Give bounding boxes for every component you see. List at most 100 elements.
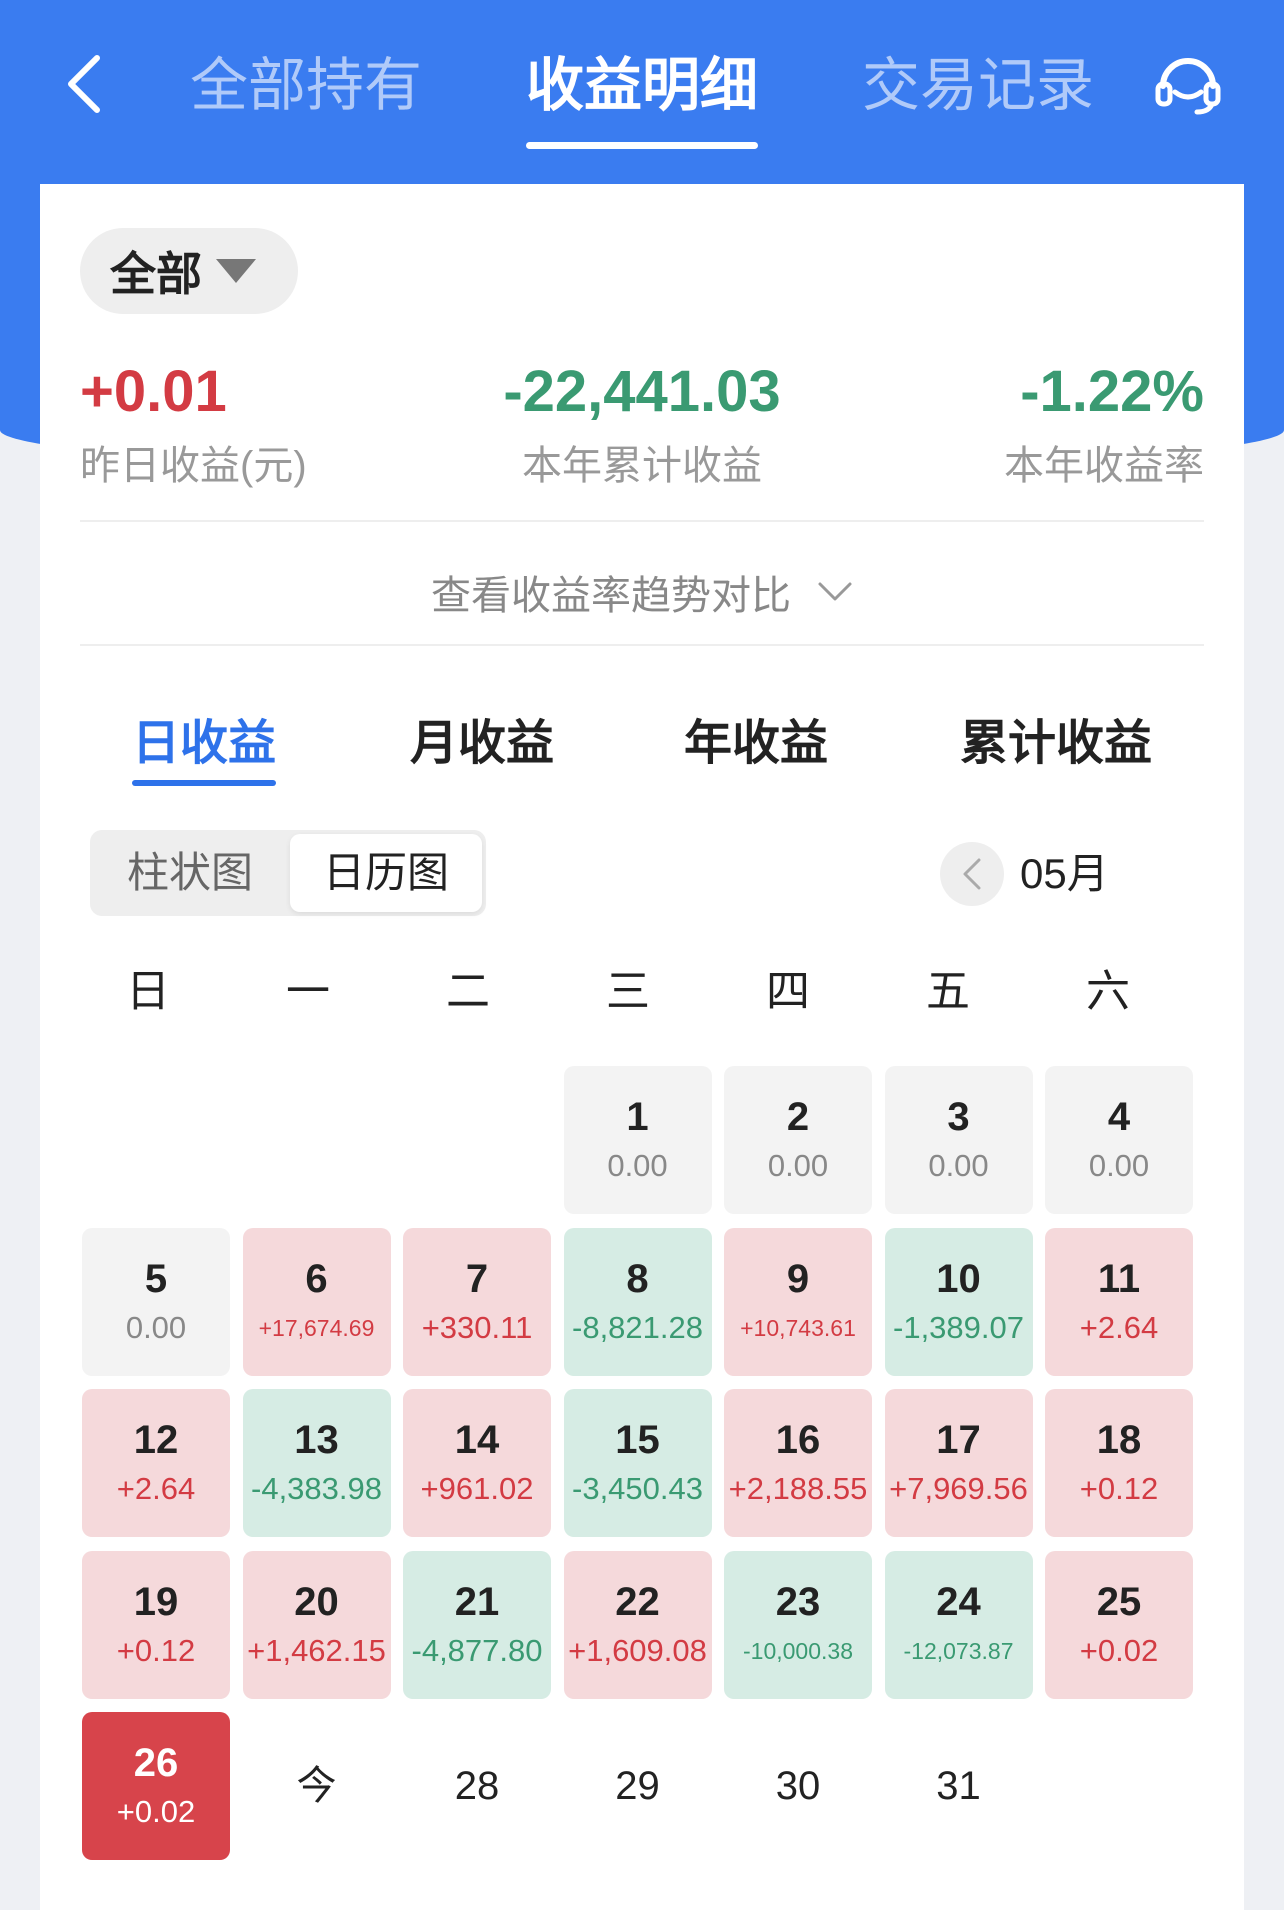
weekday-label: 六	[1086, 967, 1130, 1016]
calendar-day-cell[interactable]: 4 0.00	[1045, 1066, 1193, 1214]
day-profit-amount: 0.00	[928, 1148, 989, 1183]
calendar-day-cell[interactable]: 8 -8,821.28	[563, 1227, 712, 1376]
tab-daily-profit[interactable]: 日收益	[132, 704, 276, 784]
day-number: 9	[786, 1256, 810, 1301]
day-profit-amount: -4,877.80	[411, 1632, 543, 1668]
weekday-label: 五	[926, 967, 970, 1016]
calendar-day-cell[interactable]: 17 +7,969.56	[884, 1389, 1033, 1537]
calendar-day-cell[interactable]: 31	[885, 1712, 1033, 1860]
tab-transaction-records[interactable]: 交易记录	[862, 46, 1094, 126]
calendar-day-cell[interactable]: 16 +2,188.55	[724, 1389, 872, 1537]
customer-service-button[interactable]	[1148, 44, 1228, 124]
active-tab-indicator	[526, 142, 758, 149]
day-profit-amount: +1,462.15	[247, 1632, 386, 1668]
current-month: 05月	[1020, 850, 1109, 897]
chevron-left-icon	[963, 858, 981, 890]
calendar-day-cell[interactable]: 7 +330.11	[403, 1227, 551, 1376]
calendar-view-option[interactable]: 日历图	[290, 834, 482, 912]
calendar-day-cell[interactable]: 11 +2.64	[1045, 1227, 1193, 1376]
day-number: 29	[615, 1764, 660, 1808]
calendar-day-cell[interactable]: 12 +2.64	[82, 1389, 230, 1537]
chart-view-toggle: 柱状图 日历图	[90, 830, 486, 916]
trend-compare-toggle[interactable]: 查看收益率趋势对比	[40, 552, 1244, 632]
day-profit-amount: 0.00	[767, 1148, 829, 1183]
calendar-day-cell[interactable]: 2 0.00	[724, 1066, 872, 1214]
calendar-day-cell[interactable]: 10 -1,389.07	[884, 1227, 1033, 1376]
day-profit-amount: 0.00	[125, 1309, 187, 1345]
divider	[80, 644, 1204, 646]
day-number: 17	[936, 1418, 981, 1462]
calendar-day-cell[interactable]: 30	[724, 1712, 872, 1860]
day-number: 28	[454, 1764, 500, 1808]
day-profit-amount: +7,969.56	[889, 1471, 1028, 1506]
calendar-day-cell[interactable]: 5 0.00	[82, 1227, 230, 1376]
calendar-day-cell[interactable]: 28	[403, 1712, 551, 1860]
day-number: 22	[615, 1579, 660, 1624]
calendar-day-cell[interactable]: 29	[564, 1712, 712, 1860]
calendar-day-cell[interactable]: 14 +961.02	[403, 1389, 551, 1537]
weekday-label: 二	[446, 967, 490, 1016]
calendar-day-cell[interactable]: 19 +0.12	[82, 1550, 230, 1699]
trend-compare-label: 查看收益率趋势对比	[431, 574, 791, 618]
day-number: 12	[133, 1418, 179, 1462]
calendar-day-cell[interactable]: 1 0.00	[563, 1066, 712, 1214]
day-number: 19	[133, 1579, 179, 1624]
day-number: 23	[775, 1579, 821, 1624]
back-button[interactable]	[48, 44, 118, 124]
calendar-day-cell[interactable]: 6 +17,674.69	[242, 1227, 391, 1376]
day-profit-amount: -1,389.07	[893, 1309, 1024, 1345]
calendar-day-cell[interactable]: 15 -3,450.43	[563, 1389, 712, 1537]
stat-year-return-rate: -1.22% 本年收益率	[1004, 352, 1204, 496]
calendar-day-cell[interactable]: 今	[243, 1712, 391, 1860]
day-number: 2	[786, 1095, 810, 1139]
bar-chart-view-option[interactable]: 柱状图	[94, 834, 286, 912]
day-number: 13	[294, 1418, 339, 1462]
day-number: 14	[454, 1418, 500, 1462]
day-number: 21	[454, 1579, 500, 1624]
day-number: 5	[144, 1256, 168, 1301]
calendar-day-cell[interactable]: 18 +0.12	[1045, 1389, 1193, 1537]
divider	[80, 520, 1204, 522]
weekday-label: 四	[766, 967, 810, 1016]
prev-month-button[interactable]	[940, 842, 1004, 906]
day-profit-amount: 0.00	[607, 1148, 668, 1183]
day-profit-amount: +1,609.08	[568, 1632, 707, 1668]
calendar-day-cell[interactable]: 21 -4,877.80	[403, 1550, 551, 1699]
calendar-day-cell[interactable]: 20 +1,462.15	[242, 1550, 391, 1699]
headset-icon	[1155, 58, 1221, 115]
tab-yearly-profit[interactable]: 年收益	[684, 704, 828, 784]
filter-label: 全部	[110, 248, 202, 300]
day-number: 11	[1097, 1256, 1141, 1301]
tab-profit-details[interactable]: 收益明细	[526, 46, 758, 126]
calendar-day-cell[interactable]: 24 -12,073.87	[884, 1550, 1033, 1699]
day-number: 18	[1096, 1418, 1142, 1462]
calendar-day-cell[interactable]: 25 +0.02	[1045, 1550, 1193, 1699]
day-number: 16	[775, 1418, 821, 1462]
calendar-day-cell[interactable]: 9 +10,743.61	[724, 1227, 872, 1376]
top-nav-bar: 全部持有 收益明细 交易记录	[0, 0, 1284, 180]
day-profit-amount: +330.11	[421, 1309, 533, 1345]
day-profit-amount: +2.64	[116, 1471, 196, 1506]
calendar-day-cell[interactable]: 23 -10,000.38	[724, 1550, 872, 1699]
day-profit-amount: +0.12	[116, 1632, 196, 1668]
calendar-day-cell[interactable]: 26 +0.02	[82, 1712, 230, 1860]
day-profit-amount: +0.12	[1079, 1471, 1159, 1506]
day-number: 20	[294, 1579, 339, 1624]
calendar-day-cell[interactable]: 3 0.00	[884, 1066, 1033, 1214]
day-number: 8	[626, 1256, 649, 1301]
tab-cumulative-profit[interactable]: 累计收益	[960, 704, 1152, 784]
calendar-day-cell[interactable]: 13 -4,383.98	[242, 1389, 391, 1537]
calendar-day-cell[interactable]: 22 +1,609.08	[563, 1550, 712, 1699]
day-profit-amount: -3,450.43	[572, 1471, 703, 1506]
day-number: 7	[465, 1256, 489, 1301]
tab-all-holdings[interactable]: 全部持有	[190, 46, 422, 126]
holding-filter-dropdown[interactable]: 全部	[80, 228, 298, 314]
day-number: 3	[947, 1095, 970, 1139]
day-profit-amount: 0.00	[1088, 1148, 1150, 1183]
day-number: 30	[775, 1764, 821, 1808]
caret-down-icon	[216, 259, 256, 283]
profit-tab-indicator	[132, 780, 276, 786]
day-number: 26	[133, 1741, 179, 1785]
tab-monthly-profit[interactable]: 月收益	[410, 704, 554, 784]
day-profit-amount: +2,188.55	[728, 1471, 868, 1506]
